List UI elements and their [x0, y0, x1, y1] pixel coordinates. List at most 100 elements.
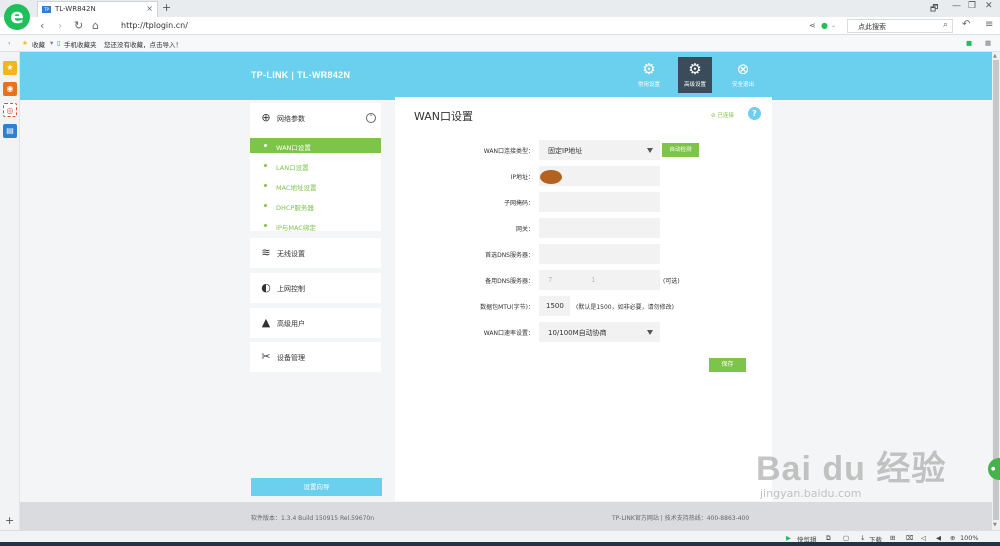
- bookmark-import-hint[interactable]: 您还没有收藏，点击导入！: [104, 39, 182, 49]
- clean-icon[interactable]: ⌧: [906, 534, 914, 542]
- nav-advanced-settings[interactable]: ⚙ 高级设置: [678, 57, 712, 93]
- window-restore-icon[interactable]: 🗗: [930, 1, 938, 17]
- page-title: WAN口设置: [414, 110, 474, 123]
- gateway-input[interactable]: [539, 218, 660, 238]
- undo-icon[interactable]: ↶: [962, 19, 970, 30]
- chevron-down-icon[interactable]: ⌄: [831, 22, 836, 29]
- wan-speed-select[interactable]: 10/100M自动协商: [539, 322, 660, 342]
- menu-network[interactable]: ⊕ 网络参数 ⌃: [250, 103, 381, 133]
- bookmark-bar: ‹ ★ 收藏 ▾ ▯ 手机收藏夹 您还没有收藏，点击导入！ ■ ▦: [0, 35, 1000, 52]
- submenu-dhcp[interactable]: DHCP服务器: [250, 198, 381, 213]
- address-bar-row: ‹ › ↻ ⌂ http://tplogin.cn/ ⋖ ● ⌄ 点此搜索 ⌕ …: [0, 17, 1000, 35]
- row-mtu: 数据包MTU(字节)： 1500 (默认是1500，如非必要，请勿修改): [395, 296, 772, 316]
- submenu-ip-mac-binding[interactable]: IP与MAC绑定: [250, 218, 381, 233]
- save-button[interactable]: 保存: [709, 358, 746, 372]
- footer-links[interactable]: TP-LINK官方网站 | 技术支持热线：400-8863-400: [612, 513, 749, 522]
- back-arrow-icon[interactable]: ‹: [40, 19, 44, 32]
- new-tab-button[interactable]: +: [162, 1, 171, 14]
- os-taskbar-strip: [0, 542, 1000, 546]
- scroll-up-icon[interactable]: ▲: [993, 53, 997, 59]
- browser-logo-icon[interactable]: e: [4, 4, 30, 30]
- menu-wireless[interactable]: ≋ 无线设置: [250, 238, 381, 268]
- menu-icon[interactable]: ≡: [985, 19, 993, 30]
- favorites-star-icon[interactable]: ★: [3, 61, 17, 75]
- search-icon[interactable]: ⌕: [943, 20, 948, 30]
- window-icon[interactable]: ▢: [843, 534, 849, 542]
- nav-common-settings[interactable]: ⚙ 常用设置: [632, 57, 666, 93]
- url-text: http://tplogin.cn/: [121, 21, 188, 30]
- setup-wizard-button[interactable]: 设置向导: [251, 478, 382, 496]
- wan-settings-panel: WAN口设置 ⊘ 已连接 ? WAN口连接类型： 固定IP地址 自动检测 IP地…: [395, 97, 772, 501]
- baidu-jingyan-watermark: Bai du 经验 jingyan.baidu.com: [756, 450, 947, 500]
- auto-detect-button[interactable]: 自动检测: [662, 143, 699, 157]
- scroll-down-icon[interactable]: ▼: [993, 522, 997, 528]
- row-secondary-dns: 备用DNS服务器： 7 1 (可选): [395, 270, 772, 290]
- menu-internet-control[interactable]: ◐ 上网控制: [250, 273, 381, 303]
- window-maximize-button[interactable]: ❐: [968, 1, 976, 11]
- bookmark-mobile[interactable]: 手机收藏夹: [64, 39, 97, 49]
- optional-hint: (可选): [663, 278, 680, 285]
- video-clip-icon[interactable]: ▶: [786, 534, 791, 542]
- app-store-icon[interactable]: ◎: [3, 103, 17, 117]
- wechat-icon[interactable]: ■: [966, 39, 972, 47]
- menu-advanced-users[interactable]: ▲ 高级用户: [250, 308, 381, 338]
- browser-tab-bar: TP TL-WR842N × + 🗗 — ❐ ✕: [0, 0, 1000, 17]
- network-icon: ⊕: [261, 111, 271, 124]
- zoom-level[interactable]: 100%: [960, 534, 979, 542]
- menu-group-network: ⊕ 网络参数 ⌃ WAN口设置 LAN口设置 MAC地址设置 DHCP服务器 I…: [250, 103, 381, 233]
- subnet-mask-input[interactable]: [539, 192, 660, 212]
- bookmark-favorites[interactable]: 收藏: [32, 39, 45, 49]
- window-close-button[interactable]: ✕: [985, 1, 993, 11]
- chevron-down-icon[interactable]: ▾: [50, 39, 53, 47]
- url-field[interactable]: http://tplogin.cn/ ⋖ ● ⌄: [113, 19, 843, 33]
- grid-icon[interactable]: ⊞: [890, 534, 895, 542]
- secondary-dns-input[interactable]: 7 1: [539, 270, 660, 290]
- control-icon: ◐: [261, 281, 271, 294]
- sound-icon[interactable]: ◁: [921, 534, 926, 542]
- share-icon[interactable]: ⋖: [809, 21, 816, 30]
- row-subnet-mask: 子网掩码：: [395, 192, 772, 212]
- connection-type-select[interactable]: 固定IP地址: [539, 140, 660, 160]
- star-icon: ★: [22, 39, 28, 47]
- speaker-icon[interactable]: ◀: [936, 534, 941, 542]
- scroll-thumb[interactable]: [993, 60, 999, 520]
- add-sidebar-button[interactable]: +: [5, 514, 14, 527]
- security-shield-icon[interactable]: ●: [821, 21, 828, 30]
- collapse-icon[interactable]: ⌃: [366, 113, 376, 123]
- primary-dns-input[interactable]: [539, 244, 660, 264]
- browser-tab[interactable]: TP TL-WR842N ×: [37, 1, 158, 17]
- home-icon[interactable]: ⌂: [92, 19, 99, 32]
- gears-icon: ⚙: [688, 60, 702, 78]
- help-icon[interactable]: ?: [748, 107, 761, 120]
- phone-icon: ▯: [57, 39, 61, 47]
- submenu-lan[interactable]: LAN口设置: [250, 158, 381, 173]
- submenu-wan[interactable]: WAN口设置: [250, 138, 381, 153]
- window-minimize-button[interactable]: —: [952, 1, 961, 11]
- firmware-version: 软件版本：1.3.4 Build 150915 Rel.59670n: [251, 515, 375, 522]
- tools-icon: ✂: [261, 350, 271, 363]
- nav-logout[interactable]: ⊗ 安全退出: [726, 57, 760, 93]
- submenu-mac[interactable]: MAC地址设置: [250, 178, 381, 193]
- mtu-input[interactable]: 1500: [539, 296, 570, 316]
- download-icon[interactable]: ↓: [860, 534, 865, 542]
- dropdown-arrow-icon: [647, 148, 653, 153]
- tab-close-icon[interactable]: ×: [146, 4, 153, 13]
- mtu-hint: (默认是1500，如非必要，请勿修改): [576, 304, 674, 311]
- weibo-icon[interactable]: ◉: [3, 82, 17, 96]
- router-header: TP-LINK | TL-WR842N ⚙ 常用设置 ⚙ 高级设置 ⊗ 安全退出: [20, 52, 992, 100]
- grid-icon[interactable]: ▦: [985, 39, 991, 47]
- dropdown-arrow-icon: [647, 330, 653, 335]
- menu-device-management[interactable]: ✂ 设备管理: [250, 342, 381, 372]
- reload-icon[interactable]: ↻: [74, 19, 83, 32]
- bookmark-collapse-icon[interactable]: ‹: [8, 39, 11, 47]
- row-connection-type: WAN口连接类型： 固定IP地址 自动检测: [395, 140, 772, 160]
- router-footer: 软件版本：1.3.4 Build 150915 Rel.59670n TP-LI…: [20, 502, 992, 530]
- document-icon[interactable]: ▤: [3, 124, 17, 138]
- forward-arrow-icon[interactable]: ›: [58, 19, 62, 32]
- brand-logo: TP-LINK: [251, 70, 289, 80]
- browser-search-input[interactable]: 点此搜索 ⌕: [847, 19, 953, 33]
- row-primary-dns: 首选DNS服务器：: [395, 244, 772, 264]
- ip-address-input[interactable]: [539, 166, 660, 186]
- tp-link-favicon-icon: TP: [42, 6, 51, 13]
- zoom-icon[interactable]: ⊕: [950, 534, 955, 542]
